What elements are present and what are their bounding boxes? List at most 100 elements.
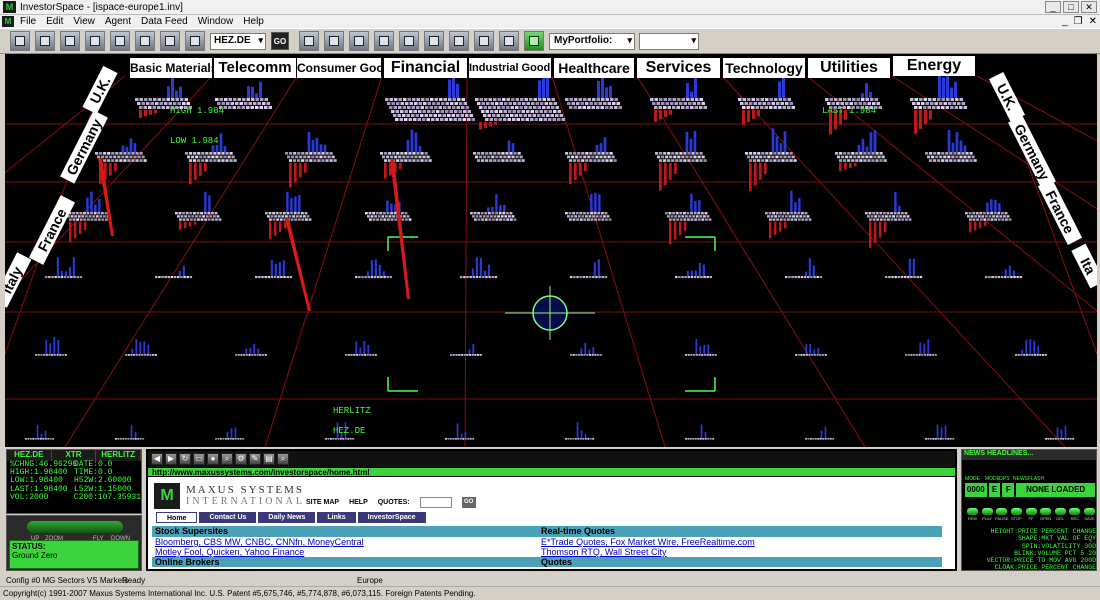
news-control-button[interactable]: STOP <box>1010 508 1023 521</box>
network-icon[interactable] <box>424 31 444 51</box>
menu-data-feed[interactable]: Data Feed <box>141 16 188 27</box>
quotes-links-row1[interactable]: E*Trade Quotes, Fox Market Wire, FreeRea… <box>538 537 942 547</box>
refresh-icon[interactable] <box>524 31 544 51</box>
web-link[interactable]: Quicken <box>207 547 240 557</box>
web-link[interactable]: CBS MW <box>204 537 241 547</box>
web-link[interactable]: MoneyCentral <box>308 537 364 547</box>
menu-window[interactable]: Window <box>198 16 234 27</box>
edit-icon[interactable]: ✎ <box>249 453 261 465</box>
quotes-go-button[interactable]: GO <box>461 497 476 508</box>
sector-telecomm[interactable]: Telecomm <box>214 58 296 78</box>
news-control-button[interactable]: SAVE <box>1083 508 1096 521</box>
save-icon[interactable] <box>35 31 55 51</box>
stop-icon[interactable]: ● <box>207 453 219 465</box>
chart-line-icon[interactable] <box>160 31 180 51</box>
web-link[interactable]: Yahoo Finance <box>244 547 304 557</box>
web-link[interactable]: Wall Street City <box>605 547 667 557</box>
tools-icon[interactable] <box>85 31 105 51</box>
menu-file[interactable]: File <box>20 16 36 27</box>
go-button[interactable]: GO <box>271 32 289 50</box>
sector-services[interactable]: Services <box>637 58 720 78</box>
back-icon[interactable]: ◀ <box>151 453 163 465</box>
flag-icon[interactable] <box>135 31 155 51</box>
stock-block <box>483 106 487 109</box>
web-link[interactable]: Thomson RTQ <box>541 547 600 557</box>
sector-technology[interactable]: Technology <box>723 58 805 78</box>
web-link[interactable]: CNBC <box>245 537 271 547</box>
address-bar[interactable]: http://www.maxussystems.com/investorspac… <box>148 467 955 477</box>
print-small-icon[interactable]: ▤ <box>263 453 275 465</box>
window-icon[interactable] <box>474 31 494 51</box>
stock-block <box>307 155 311 159</box>
tab-daily-news[interactable]: Daily News <box>258 512 316 523</box>
tools-small-icon[interactable]: ⚙ <box>235 453 247 465</box>
graph-icon[interactable] <box>185 31 205 51</box>
maxus-logo-icon[interactable]: M <box>154 483 180 509</box>
tab-home[interactable]: Home <box>156 512 198 523</box>
sector-basic-materials[interactable]: Basic Materials <box>130 58 212 78</box>
minimize-button[interactable]: _ <box>1045 1 1061 13</box>
supersites-links-row1[interactable]: Bloomberg, CBS MW, CNBC, CNNfn, MoneyCen… <box>152 537 542 547</box>
forward-icon[interactable]: ▶ <box>165 453 177 465</box>
menu-view[interactable]: View <box>73 16 95 27</box>
monitor-icon[interactable] <box>449 31 469 51</box>
maximize-button[interactable]: □ <box>1063 1 1079 13</box>
help-link[interactable]: HELP <box>349 499 368 506</box>
close-button[interactable]: ✕ <box>1081 1 1097 13</box>
print-icon[interactable] <box>10 31 30 51</box>
web-link[interactable]: E*Trade Quotes <box>541 537 605 547</box>
printer-icon[interactable] <box>499 31 519 51</box>
fly-icon[interactable] <box>299 31 319 51</box>
portfolio-item-select[interactable] <box>639 32 699 50</box>
stock-supersites-heading: Stock Supersites <box>152 526 542 537</box>
news-control-button[interactable]: REW <box>966 508 979 521</box>
menu-edit[interactable]: Edit <box>46 16 63 27</box>
mdi-minimize-button[interactable]: _ <box>1062 16 1068 27</box>
camera-icon[interactable] <box>399 31 419 51</box>
supersites-links-row2[interactable]: Motley Fool, Quicken, Yahoo Finance <box>152 547 542 557</box>
reload-icon[interactable]: ↻ <box>179 453 191 465</box>
settings-icon[interactable] <box>60 31 80 51</box>
web-link[interactable]: Bloomberg <box>155 537 199 547</box>
sector-industrial-goods[interactable]: Industrial Goods <box>469 58 551 78</box>
news-control-button[interactable]: DEL <box>1054 508 1067 521</box>
sector-financial[interactable]: Financial <box>384 58 467 78</box>
agent-icon[interactable] <box>349 31 369 51</box>
news-control-button[interactable]: REC <box>1068 508 1081 521</box>
web-link[interactable]: Motley Fool <box>155 547 202 557</box>
stock-block <box>752 110 755 119</box>
news-control-button[interactable]: FF <box>1025 508 1038 521</box>
quotes-links-row2[interactable]: Thomson RTQ, Wall Street City <box>538 547 942 557</box>
news-control-button[interactable]: OPEN <box>1039 508 1052 521</box>
quotes-input[interactable] <box>419 497 452 508</box>
grid-icon[interactable] <box>110 31 130 51</box>
mdi-close-button[interactable]: ✕ <box>1089 16 1097 27</box>
news-control-button[interactable]: PLAY <box>981 508 994 521</box>
tab-links[interactable]: Links <box>317 512 356 523</box>
sector-energy[interactable]: Energy <box>893 56 975 76</box>
menu-help[interactable]: Help <box>243 16 264 27</box>
zoom-icon[interactable]: ⌕ <box>277 453 289 465</box>
news-control-button[interactable]: PAUSE <box>995 508 1008 521</box>
web-link[interactable]: Fox Market Wire <box>610 537 676 547</box>
document-icon[interactable]: M <box>2 16 14 27</box>
rotate-icon[interactable] <box>324 31 344 51</box>
navigation-dial[interactable] <box>27 521 123 533</box>
menu-agent[interactable]: Agent <box>105 16 131 27</box>
portfolio-select[interactable]: MyPortfolio: <box>549 32 635 50</box>
search-icon[interactable]: ⌕ <box>221 453 233 465</box>
folder-icon[interactable]: ▭ <box>193 453 205 465</box>
sector-healthcare[interactable]: Healthcare <box>554 58 634 78</box>
ticker-select[interactable]: HEZ.DE <box>210 32 266 50</box>
web-link[interactable]: FreeRealtime.com <box>681 537 755 547</box>
eye-icon[interactable] <box>374 31 394 51</box>
site-map-link[interactable]: SITE MAP <box>306 499 339 506</box>
market-3d-view[interactable]: Basic Materials Telecomm Consumer Goods … <box>5 54 1097 447</box>
stock-block <box>609 159 613 162</box>
tab-investorspace[interactable]: InvestorSpace <box>357 512 426 523</box>
sector-utilities[interactable]: Utilities <box>808 58 890 78</box>
mdi-restore-button[interactable]: ❐ <box>1074 16 1083 27</box>
tab-contact-us[interactable]: Contact Us <box>199 512 257 523</box>
sector-consumer-goods[interactable]: Consumer Goods <box>297 58 381 78</box>
web-link[interactable]: CNNfn <box>276 537 303 547</box>
